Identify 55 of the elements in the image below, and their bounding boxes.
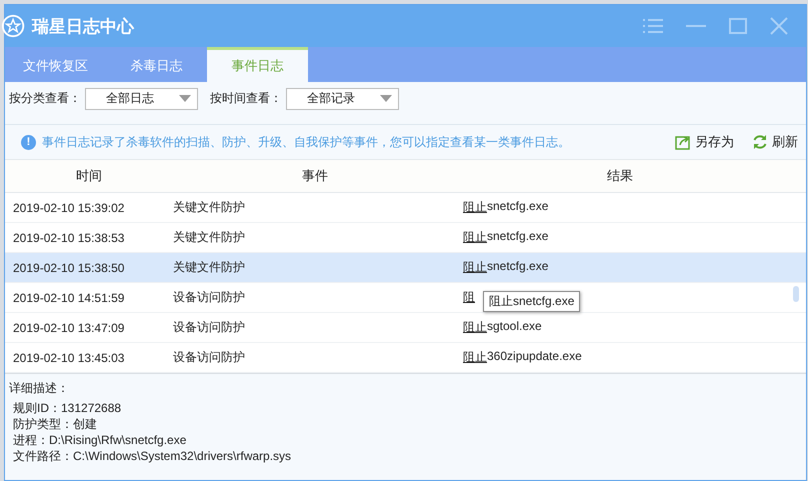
block-link[interactable]: 阻止 xyxy=(463,199,487,216)
block-link[interactable]: 阻止 xyxy=(463,319,487,336)
filter-label: 按分类查看： xyxy=(9,90,81,107)
file-name: snetcfg.exe xyxy=(487,229,548,245)
table-row[interactable]: 2019-02-10 15:38:50 关键文件防护 阻止snetcfg.exe xyxy=(5,253,806,283)
menu-icon[interactable] xyxy=(643,18,663,34)
filter-label: 按时间查看： xyxy=(210,90,282,107)
time-cell-text: 2019-02-10 14:51:59 xyxy=(12,290,126,304)
detail-line: 进程：D:\Rising\Rfw\snetcfg.exe xyxy=(12,432,188,448)
event-cell-text: 设备访问防护 xyxy=(172,289,246,306)
export-icon xyxy=(675,134,691,150)
block-link[interactable]: 阻止 xyxy=(463,229,487,246)
close-icon[interactable] xyxy=(770,17,788,35)
maximize-icon[interactable] xyxy=(729,18,747,34)
window-title: 瑞星日志中心 xyxy=(32,16,134,38)
table-row[interactable]: 2019-02-10 13:47:09 设备访问防护 阻止sgtool.exe xyxy=(5,313,806,343)
refresh-icon xyxy=(752,134,768,150)
column-header: 结果 xyxy=(606,167,634,185)
event-cell-text: 设备访问防护 xyxy=(172,319,246,336)
caret-icon xyxy=(380,95,392,102)
event-cell-text: 设备访问防护 xyxy=(172,349,246,366)
file-name: snetcfg.exe xyxy=(487,259,548,275)
column-header: 事件 xyxy=(301,167,329,185)
time-cell-text: 2019-02-10 15:39:02 xyxy=(12,200,126,214)
file-name: snetcfg.exe xyxy=(487,199,548,215)
block-link[interactable]: 阻止 xyxy=(463,349,487,366)
info-icon: ! xyxy=(21,134,36,150)
dropdown[interactable]: 全部日志 xyxy=(85,88,198,110)
save-as-button[interactable]: 另存为 xyxy=(675,133,734,151)
details-title: 详细描述： xyxy=(9,380,70,396)
time-cell-text: 2019-02-10 15:38:50 xyxy=(12,260,126,274)
block-link[interactable]: 阻止 xyxy=(463,259,487,276)
time-cell-text: 2019-02-10 15:38:53 xyxy=(12,230,126,244)
info-text: 事件日志记录了杀毒软件的扫描、防护、升级、自我保护等事件，您可以指定查看某一类事件日志。 xyxy=(42,134,570,150)
detail-line: 文件路径：C:\Windows\System32\drivers\rfwarp.sys xyxy=(12,448,292,464)
event-cell-text: 关键文件防护 xyxy=(172,199,246,216)
table-row[interactable]: 2019-02-10 13:45:03 设备访问防护 阻止360zipupdate.exe xyxy=(5,343,806,373)
file-name: sgtool.exe xyxy=(487,319,542,335)
time-cell-text: 2019-02-10 13:45:03 xyxy=(12,350,126,364)
tooltip: 阻止snetcfg.exe xyxy=(483,291,580,312)
caret-icon xyxy=(179,95,191,102)
table-row[interactable]: 2019-02-10 14:51:59 设备访问防护 阻 阻止snetcfg.exe xyxy=(5,283,806,313)
file-name: 360zipupdate.exe xyxy=(487,349,582,365)
detail-line: 规则ID：131272688 xyxy=(12,400,122,416)
detail-line: 防护类型：创建 xyxy=(12,416,98,432)
event-cell-text: 关键文件防护 xyxy=(172,229,246,246)
time-cell-text: 2019-02-10 13:47:09 xyxy=(12,320,126,334)
table-row[interactable]: 2019-02-10 15:39:02 关键文件防护 阻止snetcfg.exe xyxy=(5,193,806,223)
dropdown[interactable]: 全部记录 xyxy=(286,88,399,110)
event-cell-text: 关键文件防护 xyxy=(172,259,246,276)
minimize-icon[interactable] xyxy=(686,25,706,27)
block-link[interactable]: 阻 xyxy=(463,289,475,306)
refresh-button[interactable]: 刷新 xyxy=(752,133,798,151)
column-header: 时间 xyxy=(75,167,103,185)
scrollbar-thumb[interactable] xyxy=(793,286,799,302)
